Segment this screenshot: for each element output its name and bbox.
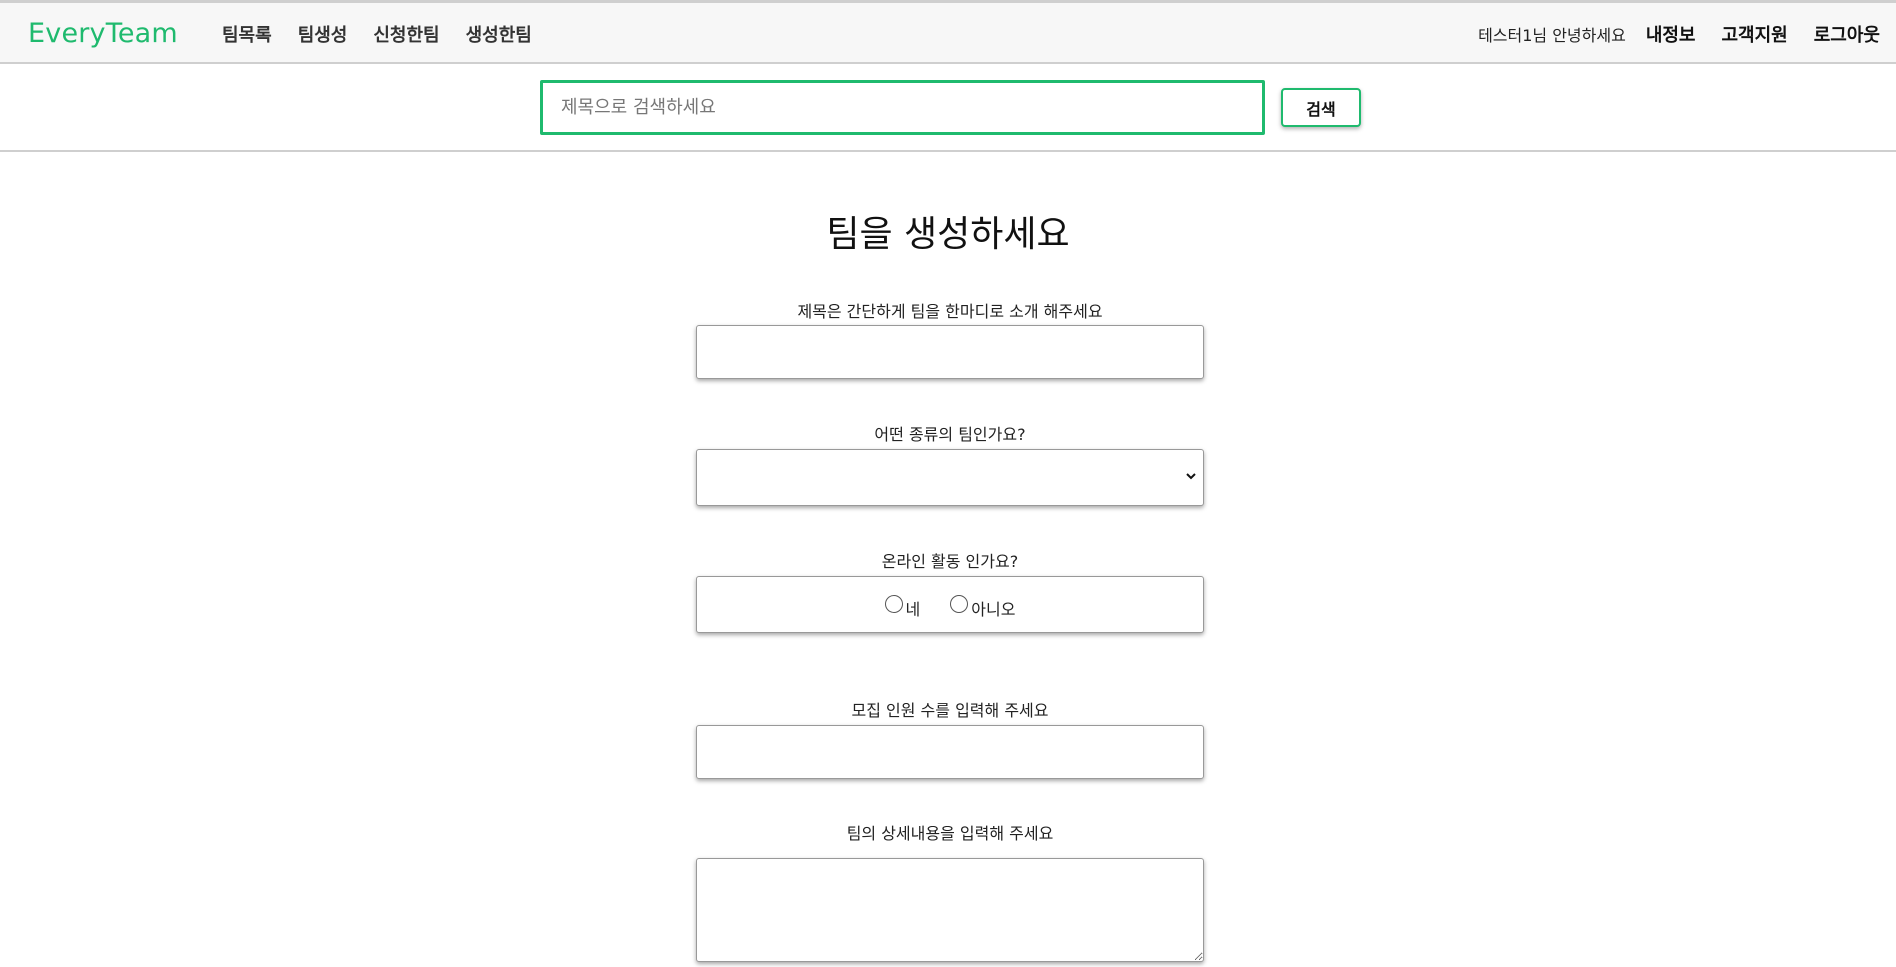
user-greeting: 테스터1님 안녕하세요 (1478, 26, 1626, 45)
search-button[interactable]: 검색 (1281, 88, 1361, 127)
online-yes-label: 네 (905, 599, 921, 619)
online-activity-label: 온라인 활동 인가요? (881, 552, 1019, 571)
page-title: 팀을 생성하세요 (826, 214, 1070, 255)
member-count-input[interactable] (696, 725, 1204, 779)
team-detail-textarea[interactable] (696, 858, 1204, 962)
online-radio-group: 네 아니오 (696, 576, 1204, 633)
radio-no[interactable] (950, 594, 969, 613)
title-input[interactable] (696, 325, 1204, 379)
team-type-select-wrapper (696, 449, 1204, 506)
online-no-option[interactable]: 아니오 (950, 594, 1016, 620)
nav-link-created-teams[interactable]: 생성한팀 (466, 21, 532, 47)
title-field-label: 제목은 간단하게 팀을 한마디로 소개 해주세요 (797, 302, 1103, 321)
online-yes-option[interactable]: 네 (884, 594, 921, 620)
search-bar: 검색 (0, 64, 1896, 152)
logo[interactable]: EveryTeam (28, 18, 178, 49)
team-type-label: 어떤 종류의 팀인가요? (874, 425, 1026, 444)
nav-link-support[interactable]: 고객지원 (1722, 21, 1788, 47)
team-detail-label: 팀의 상세내용을 입력해 주세요 (846, 824, 1054, 843)
nav-link-team-list[interactable]: 팀목록 (222, 21, 272, 47)
member-count-label: 모집 인원 수를 입력해 주세요 (851, 701, 1049, 720)
nav-link-my-info[interactable]: 내정보 (1646, 21, 1696, 47)
top-navbar: EveryTeam 팀목록 팀생성 신청한팀 생성한팀 테스터1님 안녕하세요 … (0, 3, 1896, 64)
online-no-label: 아니오 (971, 599, 1016, 619)
team-type-select[interactable] (696, 449, 1204, 506)
search-input[interactable] (540, 80, 1265, 135)
nav-link-create-team[interactable]: 팀생성 (298, 21, 348, 47)
radio-yes[interactable] (884, 594, 903, 613)
user-nav: 테스터1님 안녕하세요 내정보 고객지원 로그아웃 (1478, 21, 1880, 47)
nav-link-applied-teams[interactable]: 신청한팀 (373, 21, 439, 47)
nav-link-logout[interactable]: 로그아웃 (1814, 21, 1880, 47)
main-nav: 팀목록 팀생성 신청한팀 생성한팀 (222, 21, 532, 47)
